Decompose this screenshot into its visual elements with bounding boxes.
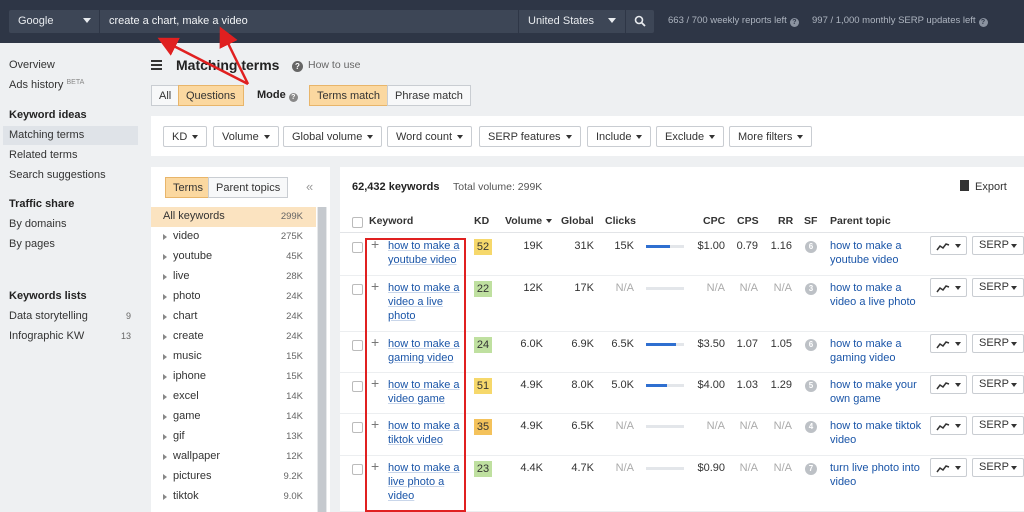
annotation-arrows [157, 26, 250, 86]
annotation-arrow [157, 37, 249, 86]
